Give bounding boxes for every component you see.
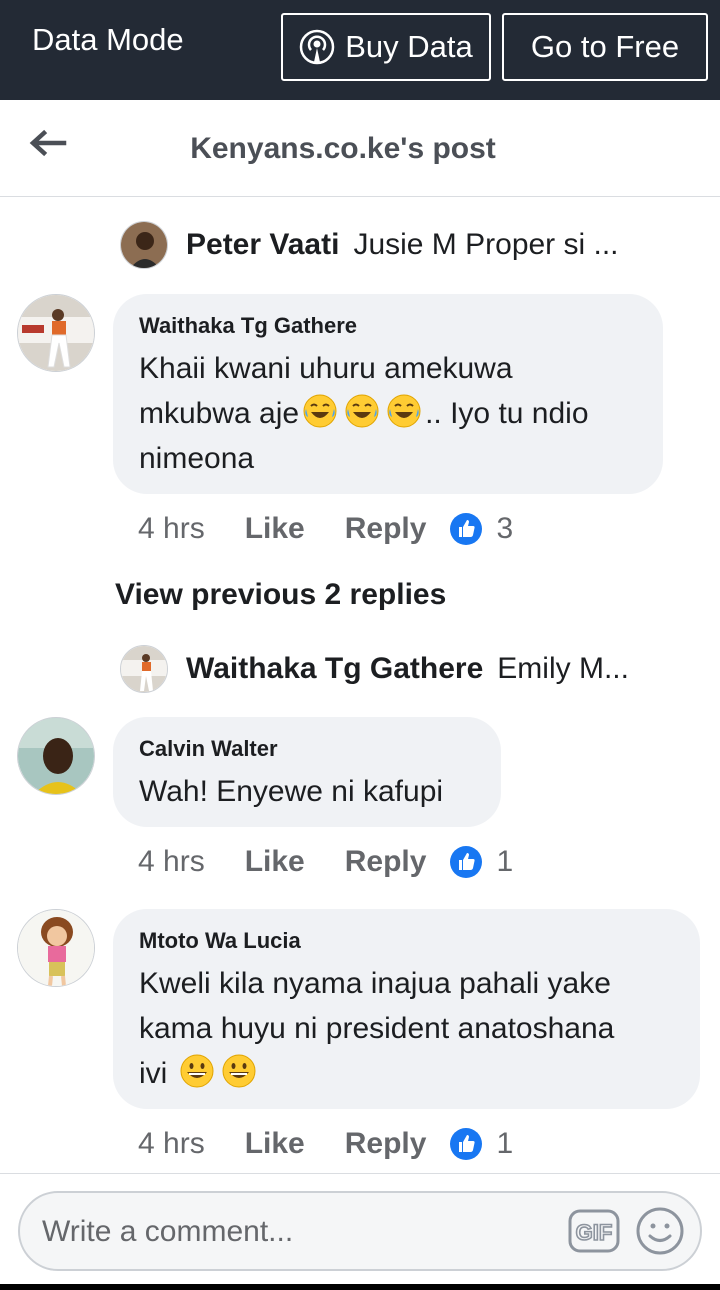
comment-line-text: ivi — [139, 1057, 168, 1090]
data-mode-bar: Data Mode Buy Data Go to Free — [0, 0, 720, 100]
data-mode-label: Data Mode — [32, 22, 184, 57]
grinning-emoji-icon — [180, 1054, 214, 1088]
laughing-tears-emoji-icon — [387, 394, 421, 428]
comment-bubble: Mtoto Wa Lucia Kweli kila nyama inajua p… — [113, 909, 700, 1109]
comment-input[interactable]: Write a comment... GIF — [18, 1191, 702, 1271]
comment-author[interactable]: Mtoto Wa Lucia — [139, 927, 674, 955]
thumbs-up-icon — [450, 513, 483, 545]
reaction-count[interactable]: 1 — [450, 1127, 513, 1161]
reply-author[interactable]: Peter Vaati — [186, 228, 339, 262]
laughing-tears-emoji-icon — [345, 394, 379, 428]
like-count: 1 — [496, 1127, 514, 1160]
comment-line: Khaii kwani uhuru amekuwa — [139, 352, 513, 385]
laughing-tears-emoji-icon — [303, 394, 337, 428]
reply-preview[interactable]: Waithaka Tg Gathere Emily M... — [120, 645, 680, 693]
reaction-count[interactable]: 3 — [450, 512, 513, 546]
comment-input-placeholder: Write a comment... — [42, 1215, 294, 1248]
gif-icon[interactable]: GIF — [568, 1207, 620, 1255]
avatar — [120, 221, 168, 269]
comment-time[interactable]: 4 hrs — [138, 512, 205, 546]
reply-snippet: Emily M... — [497, 652, 629, 685]
view-previous-replies-link[interactable]: View previous 2 replies — [115, 578, 446, 612]
grinning-emoji-icon — [222, 1054, 256, 1088]
reply-button[interactable]: Reply — [345, 845, 427, 879]
comment-line: kama huyu ni president anatoshana — [139, 1012, 615, 1045]
thumbs-up-icon — [450, 846, 483, 878]
comment-composer: Write a comment... GIF — [0, 1173, 720, 1290]
system-nav-edge — [0, 1284, 720, 1290]
comment-time[interactable]: 4 hrs — [138, 845, 205, 879]
comment-text: Kweli kila nyama inajua pahali yake kama… — [139, 961, 674, 1096]
comment-line: nimeona — [139, 442, 255, 475]
comment-line: Kweli kila nyama inajua pahali yake — [139, 967, 611, 1000]
reply-preview[interactable]: Peter Vaati Jusie M Proper si ... — [120, 221, 680, 269]
post-header: Kenyans.co.ke's post — [0, 100, 720, 197]
comment-bubble: Calvin Walter Wah! Enyewe ni kafupi — [113, 717, 501, 827]
go-to-free-label: Go to Free — [530, 29, 680, 64]
like-count: 3 — [496, 512, 514, 545]
comment-line-text: .. Iyo tu ndio — [425, 397, 589, 430]
avatar[interactable] — [17, 909, 95, 987]
go-to-free-button[interactable]: Go to Free — [502, 13, 708, 81]
like-count: 1 — [496, 845, 514, 878]
thumbs-up-icon — [450, 1128, 483, 1160]
like-button[interactable]: Like — [245, 512, 305, 546]
comment-actions: 4 hrs Like Reply 1 — [138, 842, 513, 882]
buy-data-label: Buy Data — [345, 29, 473, 64]
comment-time[interactable]: 4 hrs — [138, 1127, 205, 1161]
broadcast-icon — [299, 29, 335, 65]
comment-line: mkubwa aje .. Iyo tu ndio — [139, 391, 637, 436]
comment-text: Khaii kwani uhuru amekuwa mkubwa aje .. I… — [139, 346, 637, 481]
reply-button[interactable]: Reply — [345, 1127, 427, 1161]
comment-bubble: Waithaka Tg Gathere Khaii kwani uhuru am… — [113, 294, 663, 494]
reply-button[interactable]: Reply — [345, 512, 427, 546]
comment-actions: 4 hrs Like Reply 1 — [138, 1124, 513, 1164]
like-button[interactable]: Like — [245, 1127, 305, 1161]
comment-line: ivi — [139, 1051, 674, 1096]
comment-actions: 4 hrs Like Reply 3 — [138, 509, 513, 549]
comment-text: Wah! Enyewe ni kafupi — [139, 775, 444, 808]
page-title: Kenyans.co.ke's post — [190, 132, 496, 165]
svg-text:GIF: GIF — [576, 1220, 613, 1245]
avatar — [120, 645, 168, 693]
buy-data-button[interactable]: Buy Data — [281, 13, 491, 81]
comment-author[interactable]: Waithaka Tg Gathere — [139, 312, 637, 340]
avatar[interactable] — [17, 294, 95, 372]
emoji-smile-icon[interactable] — [634, 1205, 686, 1257]
reply-snippet: Jusie M Proper si ... — [353, 228, 619, 261]
comment-author[interactable]: Calvin Walter — [139, 735, 475, 763]
comment-line-text: mkubwa aje — [139, 397, 300, 430]
reaction-count[interactable]: 1 — [450, 845, 513, 879]
reply-author[interactable]: Waithaka Tg Gathere — [186, 652, 483, 686]
like-button[interactable]: Like — [245, 845, 305, 879]
avatar[interactable] — [17, 717, 95, 795]
